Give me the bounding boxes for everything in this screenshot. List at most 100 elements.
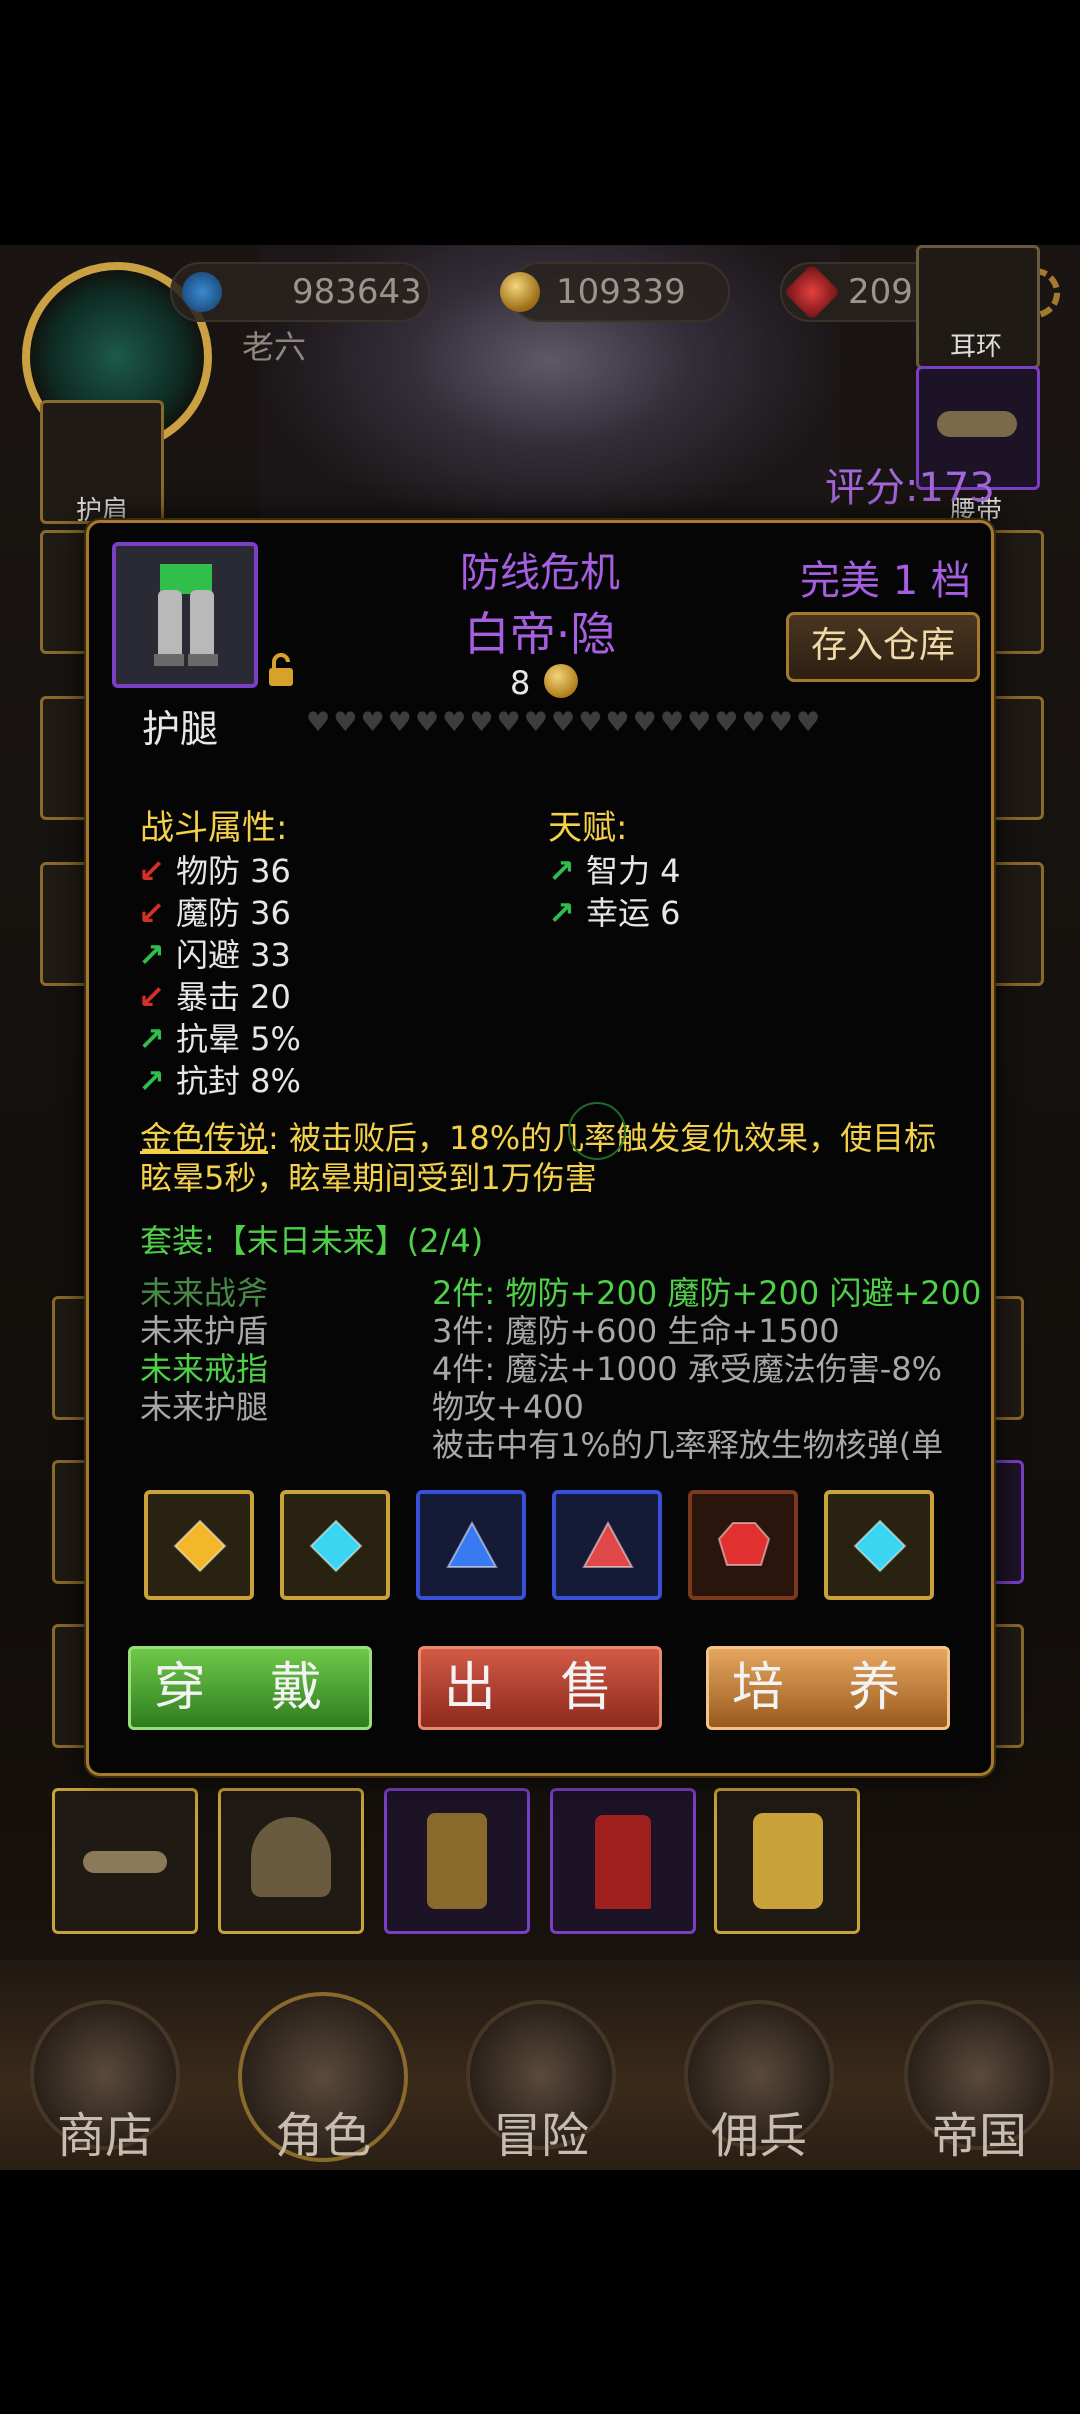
touch-indicator — [568, 1102, 626, 1160]
nav-shop-label: 商店 — [56, 2108, 153, 2164]
nav-mercenary-label: 佣兵 — [710, 2108, 807, 2164]
talent-stat-row: ↗ 幸运 6 — [548, 888, 681, 934]
heart-icon: ♥ — [442, 707, 467, 738]
resource-gold: 109339 — [500, 262, 730, 322]
heart-icon: ♥ — [414, 707, 440, 738]
arrow-up-icon: ↗ — [138, 1062, 165, 1100]
blue-triangle-gem-icon — [446, 1520, 498, 1568]
arrow-down-icon: ↙ — [138, 894, 165, 932]
combat-stat-row: ↙ 物防 36 — [138, 846, 291, 892]
arrow-up-icon: ↗ — [548, 852, 575, 890]
gem-socket[interactable] — [280, 1490, 390, 1600]
nav-role-label: 角色 — [274, 2108, 371, 2164]
belt-item-icon — [83, 1851, 167, 1873]
heart-icon: ♥ — [741, 707, 766, 738]
inventory-slot-chest[interactable] — [714, 1788, 860, 1934]
item-category: 护腿 — [142, 707, 219, 751]
combat-stat-text: 抗封 8% — [176, 1062, 301, 1100]
talent-title: 天赋: — [548, 808, 628, 848]
score-label: 评分:173 — [825, 465, 995, 511]
inventory-slot-cape[interactable] — [550, 1788, 696, 1934]
heart-icon: ♥ — [687, 707, 712, 738]
heart-icon: ♥ — [496, 707, 521, 738]
talent-stat-text: 幸运 6 — [586, 894, 681, 932]
belt-item-icon — [937, 411, 1017, 437]
resource-gems: 983643 — [170, 262, 430, 322]
blue-gem-icon — [182, 272, 222, 312]
cape-item-icon — [595, 1815, 651, 1909]
combat-stat-row: ↗ 抗晕 5% — [138, 1014, 301, 1060]
combat-stat-text: 抗晕 5% — [176, 1020, 301, 1058]
heart-icon: ♥ — [550, 707, 576, 738]
yellow-diamond-gem-icon — [173, 1519, 227, 1573]
crystal-value: 209 — [848, 272, 913, 312]
lock-icon[interactable] — [266, 652, 296, 688]
resource-bar: 983643 109339 209 — [170, 262, 1030, 322]
heart-icon: ♥ — [795, 707, 821, 738]
helmet-item-icon — [251, 1817, 331, 1897]
combat-stat-row: ↗ 抗封 8% — [138, 1056, 301, 1102]
item-count: 8 — [510, 664, 531, 702]
combat-stat-row: ↗ 闪避 33 — [138, 930, 291, 976]
gold-coin-icon — [500, 272, 540, 312]
item-name: 白帝·隐 — [463, 607, 617, 661]
nav-adventure-label: 冒险 — [492, 2108, 589, 2164]
combat-stats-title: 战斗属性: — [140, 808, 288, 848]
earring-label: 耳环 — [950, 332, 1003, 362]
heart-icon: ♥ — [768, 707, 793, 738]
combat-stat-text: 暴击 20 — [176, 978, 291, 1016]
combat-stat-text: 物防 36 — [176, 852, 291, 890]
gem-socket[interactable] — [824, 1490, 934, 1600]
combat-stat-row: ↙ 暴击 20 — [138, 972, 291, 1018]
arrow-down-icon: ↙ — [138, 978, 165, 1016]
cyan-diamond-gem-icon — [853, 1519, 907, 1573]
talent-stat-text: 智力 4 — [586, 852, 681, 890]
gem-socket[interactable] — [144, 1490, 254, 1600]
heart-icon: ♥ — [469, 707, 494, 738]
gold-value: 109339 — [556, 272, 686, 312]
heart-icon: ♥ — [333, 707, 358, 738]
item-icon-frame — [112, 542, 258, 688]
red-crystal-icon — [783, 263, 841, 321]
item-set-name: 防线危机 — [460, 550, 620, 596]
arrow-up-icon: ↗ — [138, 936, 165, 974]
red-round-gem-icon — [717, 1522, 771, 1566]
heart-icon: ♥ — [605, 707, 630, 738]
set-title: 套装:【末日未来】(2/4) — [140, 1222, 484, 1260]
gem-socket[interactable] — [552, 1490, 662, 1600]
gem-socket[interactable] — [688, 1490, 798, 1600]
heart-icon: ♥ — [523, 707, 548, 738]
heart-icon: ♥ — [578, 707, 603, 738]
gold-coin-icon — [544, 664, 578, 698]
heart-icon: ♥ — [714, 707, 739, 738]
combat-stat-text: 闪避 33 — [176, 936, 291, 974]
inventory-slot-belt[interactable] — [52, 1788, 198, 1934]
set-bonus-item: 被击中有1%的几率释放生物核弹(单 — [432, 1426, 944, 1464]
sell-button[interactable]: 出 售 — [418, 1646, 662, 1730]
chest-item-icon — [753, 1813, 823, 1909]
arrow-down-icon: ↙ — [138, 852, 165, 890]
leg-armor-icon — [154, 564, 218, 666]
heart-icon: ♥ — [360, 707, 385, 738]
arrow-up-icon: ↗ — [138, 1020, 165, 1058]
legendary-label: 金色传说 — [140, 1119, 269, 1157]
enhance-hearts: ♥ ♥ ♥ ♥ ♥ ♥ ♥ ♥ ♥ ♥ ♥ ♥ ♥ ♥ ♥ ♥ ♥ ♥ ♥ — [306, 708, 826, 738]
combat-stat-row: ↙ 魔防 36 — [138, 888, 291, 934]
train-button[interactable]: 培 养 — [706, 1646, 950, 1730]
store-to-warehouse-button[interactable]: 存入仓库 — [786, 612, 980, 682]
player-name: 老六 — [242, 328, 307, 366]
heart-icon: ♥ — [387, 707, 412, 738]
gem-socket[interactable] — [416, 1490, 526, 1600]
nav-empire-label: 帝国 — [930, 2108, 1027, 2164]
item-quality: 完美 1 档 — [800, 558, 971, 604]
heart-icon: ♥ — [632, 707, 657, 738]
equip-button[interactable]: 穿 戴 — [128, 1646, 372, 1730]
combat-stat-text: 魔防 36 — [176, 894, 291, 932]
gems-value: 983643 — [292, 272, 422, 312]
legendary-effect: 金色传说: 被击败后，18%的几率触发复仇效果，使目标眩晕5秒，眩晕期间受到1万… — [140, 1118, 960, 1198]
armor-item-icon — [427, 1813, 487, 1909]
inventory-slot-armor[interactable] — [384, 1788, 530, 1934]
inventory-slot-helmet[interactable] — [218, 1788, 364, 1934]
set-piece-item: 未来护腿 — [140, 1388, 269, 1426]
talent-stat-row: ↗ 智力 4 — [548, 846, 681, 892]
